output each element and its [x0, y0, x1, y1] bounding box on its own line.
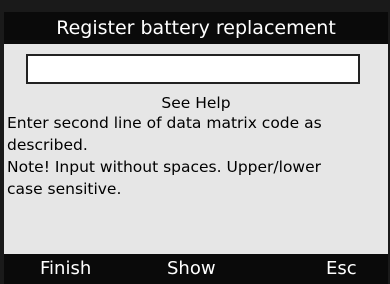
- device-frame: Register battery replacement See Help En…: [0, 0, 390, 284]
- esc-button[interactable]: Esc: [326, 254, 357, 284]
- finish-button[interactable]: Finish: [40, 254, 91, 284]
- help-title: See Help: [161, 94, 231, 112]
- screen-title: Register battery replacement: [4, 12, 388, 44]
- help-line: case sensitive.: [7, 180, 122, 198]
- device-screen: Register battery replacement See Help En…: [4, 12, 388, 284]
- help-line: Enter second line of data matrix code as: [7, 114, 322, 132]
- help-line: Note! Input without spaces. Upper/lower: [7, 158, 322, 176]
- show-button[interactable]: Show: [167, 254, 216, 284]
- help-line: described.: [7, 136, 88, 154]
- data-matrix-input[interactable]: [26, 54, 360, 84]
- softkey-bar: Finish Show Esc: [4, 254, 388, 284]
